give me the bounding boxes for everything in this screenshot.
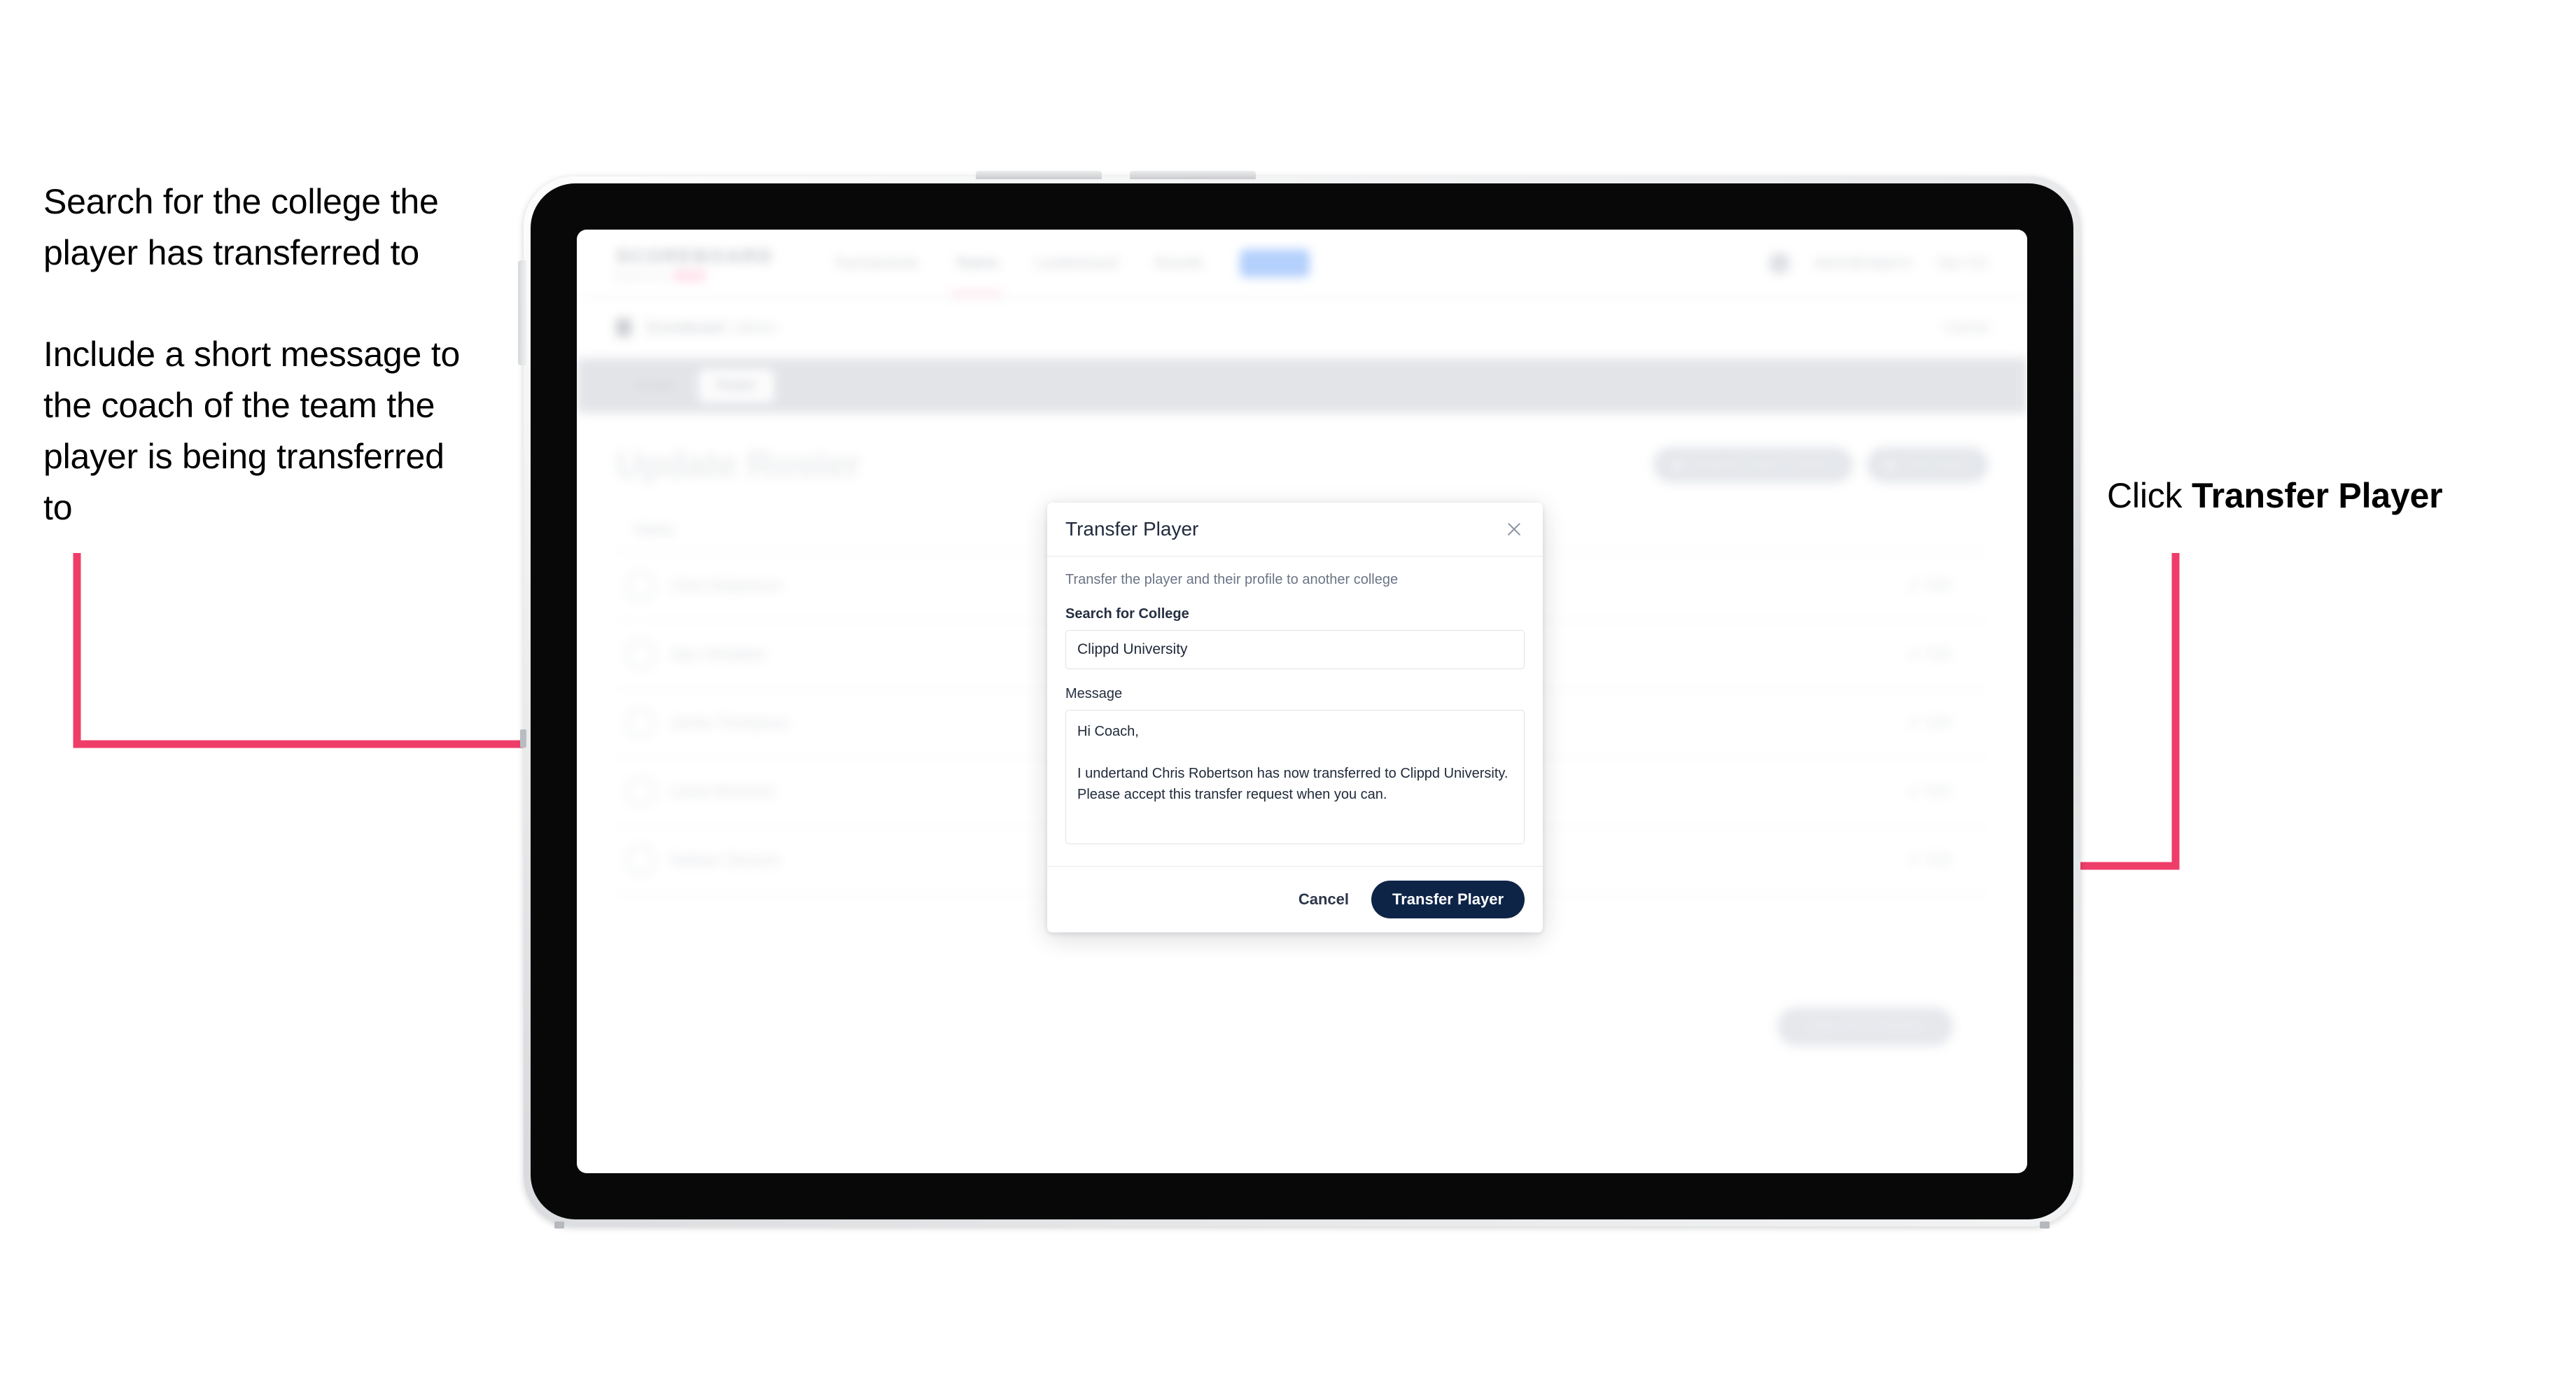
modal-description: Transfer the player and their profile to…: [1065, 572, 1399, 587]
nav-item-admin[interactable]: Admin: [1240, 249, 1310, 277]
row-checkbox[interactable]: [626, 708, 655, 738]
transfer-icon: [1672, 459, 1684, 470]
close-icon[interactable]: [1504, 519, 1525, 540]
modal-body: Transfer the player and their profile to…: [1047, 556, 1543, 866]
tab-details[interactable]: Details: [616, 369, 693, 402]
edit-label: Edit: [1927, 715, 1950, 730]
annotation-click-transfer-player: Click Transfer Player: [2107, 470, 2541, 522]
player-name: Nathan Stevens: [671, 851, 780, 869]
search-college-label: Search for College: [1065, 606, 1189, 622]
player-name: Chris Robertson: [671, 577, 782, 594]
smart-connector: [520, 729, 526, 748]
brand-badge: clippd: [672, 270, 707, 281]
breadcrumb: Scoreboard Admin Cancel: [577, 298, 2027, 358]
tab-roster[interactable]: Roster: [699, 369, 775, 402]
breadcrumb-cancel[interactable]: Cancel: [1945, 320, 1988, 336]
player-name: Lewis Morrison: [671, 783, 774, 800]
app-header: SCOREBOARD powered by clippd Tournaments…: [577, 230, 2027, 298]
request-player-transfer-button[interactable]: Request Player Transfer: [1653, 447, 1854, 482]
brand-subtitle: powered by: [616, 270, 667, 281]
nav-item-tournaments[interactable]: Tournaments: [834, 231, 918, 295]
annotation-search-college: Search for the college the player has tr…: [43, 182, 439, 272]
transfer-player-button[interactable]: Transfer Player: [1371, 881, 1525, 918]
tab-bar: Details Roster: [577, 358, 2027, 413]
edit-player-button[interactable]: Edit: [1907, 578, 1982, 594]
breadcrumb-suffix: Admin: [732, 318, 776, 336]
pencil-icon: [1905, 645, 1923, 663]
edit-player-button[interactable]: Edit: [1907, 647, 1982, 662]
page-title: Update Roster: [616, 444, 860, 485]
breadcrumb-icon: [616, 318, 631, 337]
content-actions: Request Player Transfer Add Player: [1653, 447, 1988, 482]
volume-up-button[interactable]: [976, 171, 1102, 179]
modal-header: Transfer Player: [1047, 503, 1543, 556]
player-name: Jamie Thompson: [671, 714, 789, 732]
cancel-button[interactable]: Cancel: [1296, 885, 1352, 914]
nav-item-teams[interactable]: Teams: [951, 231, 1003, 295]
add-player-button[interactable]: Add Player: [1867, 447, 1988, 482]
plus-icon: [1885, 459, 1897, 470]
brand-logo[interactable]: SCOREBOARD powered by clippd: [616, 246, 774, 281]
row-checkbox[interactable]: [626, 640, 655, 669]
message-textarea[interactable]: [1065, 710, 1525, 844]
avatar[interactable]: [1769, 253, 1791, 274]
nav-item-results[interactable]: Results: [1154, 231, 1203, 295]
modal-title: Transfer Player: [1065, 518, 1199, 540]
main-nav: Tournaments Teams Leaderboard Results Ad…: [834, 231, 1310, 295]
edit-player-button[interactable]: Edit: [1907, 784, 1982, 799]
annotation-click-prefix: Click: [2107, 476, 2192, 515]
pencil-icon: [1905, 783, 1923, 800]
row-checkbox[interactable]: [626, 571, 655, 601]
add-player-label: Add Player: [1905, 457, 1970, 472]
brand-subtitle-row: powered by clippd: [616, 270, 774, 281]
save-and-continue-button[interactable]: Save And Continue: [1777, 1007, 1953, 1046]
content-header: Update Roster Request Player Transfer Ad…: [616, 444, 1988, 486]
edit-label: Edit: [1927, 647, 1950, 662]
header-user-email: admin@clippd.io: [1814, 255, 1913, 270]
edit-label: Edit: [1927, 853, 1950, 867]
power-button[interactable]: [518, 260, 526, 365]
transfer-player-modal: Transfer Player Transfer the player and …: [1047, 503, 1543, 932]
brand-name: SCOREBOARD: [616, 245, 774, 267]
request-player-transfer-label: Request Player Transfer: [1691, 457, 1835, 472]
annotation-include-message: Include a short message to the coach of …: [43, 335, 461, 527]
annotation-click-bold: Transfer Player: [2192, 476, 2443, 515]
frame-accent-left: [554, 1222, 564, 1228]
edit-label: Edit: [1927, 578, 1950, 593]
edit-player-button[interactable]: Edit: [1907, 853, 1982, 868]
frame-accent-right: [2040, 1222, 2050, 1228]
player-name: Alex Whitaker: [671, 645, 766, 663]
pencil-icon: [1905, 577, 1923, 594]
pencil-icon: [1905, 714, 1923, 732]
volume-down-button[interactable]: [1130, 171, 1256, 179]
message-label: Message: [1065, 686, 1123, 701]
edit-player-button[interactable]: Edit: [1907, 715, 1982, 731]
sign-out-link[interactable]: Sign Out: [1936, 255, 1988, 271]
row-checkbox[interactable]: [626, 846, 655, 875]
edit-label: Edit: [1927, 784, 1950, 799]
search-college-input[interactable]: [1065, 630, 1525, 669]
header-right: admin@clippd.io Sign Out: [1769, 253, 1988, 274]
breadcrumb-title[interactable]: Scoreboard: [645, 318, 725, 337]
pencil-icon: [1905, 851, 1923, 869]
row-checkbox[interactable]: [626, 777, 655, 806]
nav-item-leaderboard[interactable]: Leaderboard: [1035, 231, 1118, 295]
modal-footer: Cancel Transfer Player: [1047, 866, 1543, 932]
